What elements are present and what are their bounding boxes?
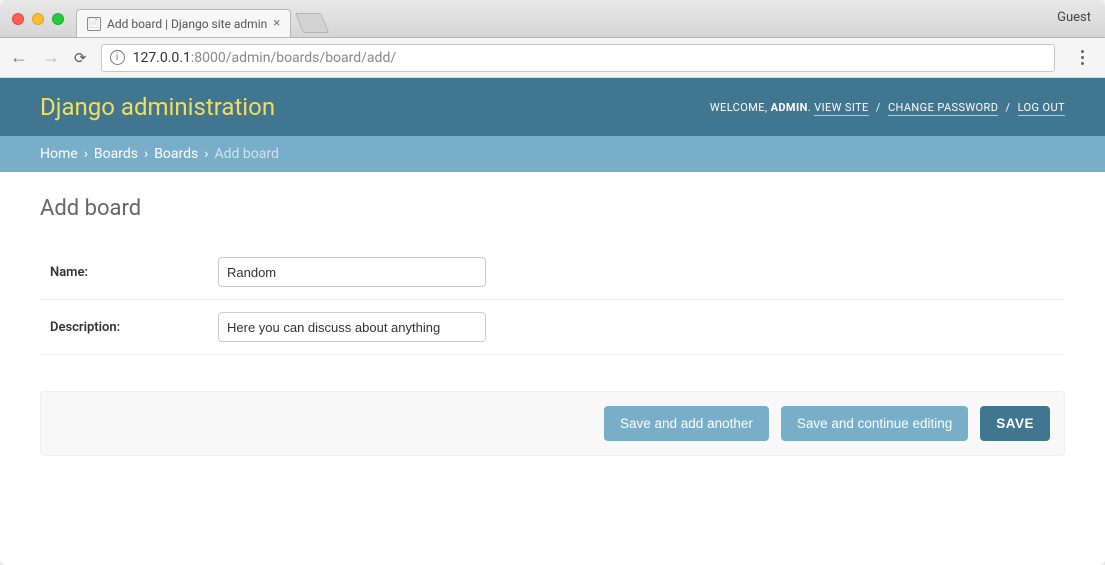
breadcrumbs: Home › Boards › Boards › Add board [0, 136, 1105, 172]
browser-tab[interactable]: 📄 Add board | Django site admin × [76, 9, 291, 37]
tab-title: Add board | Django site admin [107, 17, 267, 31]
traffic-lights [12, 13, 64, 25]
url-host: 127.0.0.1 [133, 50, 191, 66]
breadcrumb-separator: › [84, 146, 88, 162]
name-label: Name: [40, 265, 218, 280]
username: ADMIN [771, 101, 808, 114]
description-input[interactable] [218, 312, 486, 342]
tab-strip: 📄 Add board | Django site admin × [76, 0, 325, 37]
save-add-another-button[interactable]: Save and add another [604, 406, 769, 441]
save-continue-button[interactable]: Save and continue editing [781, 406, 968, 441]
breadcrumb-current: Add board [214, 146, 278, 162]
change-password-link[interactable]: CHANGE PASSWORD [888, 101, 998, 116]
new-tab-button[interactable] [295, 13, 329, 33]
save-button[interactable]: SAVE [980, 406, 1050, 441]
site-info-icon[interactable]: i [110, 50, 125, 65]
address-bar[interactable]: i 127.0.0.1:8000/admin/boards/board/add/ [101, 44, 1055, 72]
breadcrumb-app[interactable]: Boards [94, 146, 138, 162]
browser-toolbar: ← → ⟳ i 127.0.0.1:8000/admin/boards/boar… [0, 38, 1105, 78]
form-page: Add board Name: Description: Save and ad… [0, 172, 1105, 480]
breadcrumb-model[interactable]: Boards [154, 146, 198, 162]
window-maximize-button[interactable] [52, 13, 64, 25]
url-path: :8000/admin/boards/board/add/ [191, 50, 396, 66]
description-label: Description: [40, 320, 218, 335]
breadcrumb-separator: › [204, 146, 208, 162]
user-tools-separator: / [876, 101, 881, 114]
window-minimize-button[interactable] [32, 13, 44, 25]
welcome-text: WELCOME, [710, 101, 768, 114]
admin-header: Django administration WELCOME, ADMIN. VI… [0, 78, 1105, 136]
name-input[interactable] [218, 257, 486, 287]
window-titlebar: 📄 Add board | Django site admin × Guest [0, 0, 1105, 38]
form-row-description: Description: [40, 300, 1065, 355]
breadcrumb-home[interactable]: Home [40, 146, 78, 162]
browser-window: 📄 Add board | Django site admin × Guest … [0, 0, 1105, 565]
admin-brand[interactable]: Django administration [40, 93, 275, 121]
submit-row: Save and add another Save and continue e… [40, 391, 1065, 456]
form-row-name: Name: [40, 245, 1065, 300]
browser-menu-button[interactable] [1069, 50, 1095, 65]
view-site-link[interactable]: VIEW SITE [814, 101, 869, 116]
page-content: Django administration WELCOME, ADMIN. VI… [0, 78, 1105, 565]
window-close-button[interactable] [12, 13, 24, 25]
url-text: 127.0.0.1:8000/admin/boards/board/add/ [133, 50, 397, 66]
user-tools-separator: / [1005, 101, 1010, 114]
period: . [808, 101, 811, 114]
logout-link[interactable]: LOG OUT [1018, 101, 1065, 116]
profile-label[interactable]: Guest [1057, 10, 1091, 25]
back-button[interactable]: ← [10, 47, 28, 68]
breadcrumb-separator: › [144, 146, 148, 162]
page-title: Add board [40, 196, 1065, 221]
forward-button[interactable]: → [42, 47, 60, 68]
user-tools: WELCOME, ADMIN. VIEW SITE / CHANGE PASSW… [710, 101, 1065, 114]
page-favicon-icon: 📄 [87, 17, 101, 31]
tab-close-icon[interactable]: × [273, 16, 280, 31]
reload-button[interactable]: ⟳ [74, 49, 87, 67]
